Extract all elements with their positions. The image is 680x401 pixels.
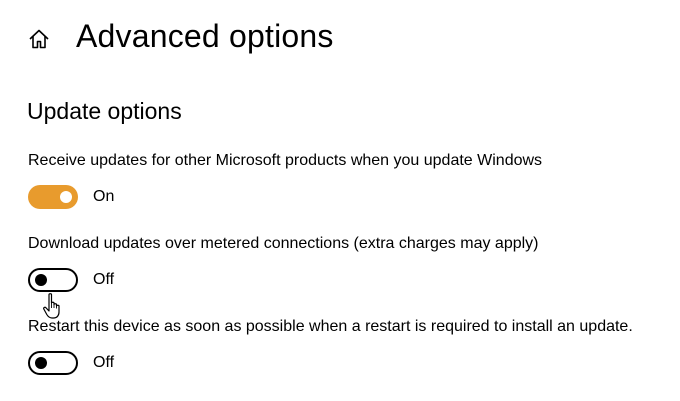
setting-restart-asap: Restart this device as soon as possible … xyxy=(28,317,633,375)
home-icon[interactable] xyxy=(28,28,50,50)
metered-connections-toggle[interactable] xyxy=(28,268,78,292)
toggle-state-label: Off xyxy=(93,354,115,371)
toggle-knob xyxy=(60,191,72,203)
setting-metered-connections: Download updates over metered connection… xyxy=(28,234,539,292)
toggle-row: On xyxy=(28,185,542,209)
receive-other-updates-toggle[interactable] xyxy=(28,185,78,209)
toggle-row: Off xyxy=(28,268,539,292)
toggle-state-label: On xyxy=(93,188,115,205)
page-title: Advanced options xyxy=(76,18,334,54)
toggle-knob xyxy=(35,357,47,369)
page-header: Advanced options xyxy=(28,18,334,55)
settings-page: Advanced options Update options Receive … xyxy=(0,0,680,401)
toggle-knob xyxy=(35,274,47,286)
setting-label: Receive updates for other Microsoft prod… xyxy=(28,152,543,169)
setting-label: Download updates over metered connection… xyxy=(28,235,539,252)
hand-pointer-icon xyxy=(42,292,64,320)
restart-asap-toggle[interactable] xyxy=(28,351,78,375)
setting-label: Restart this device as soon as possible … xyxy=(28,318,633,335)
setting-receive-other-updates: Receive updates for other Microsoft prod… xyxy=(28,151,542,209)
section-title: Update options xyxy=(27,98,182,124)
toggle-row: Off xyxy=(28,351,633,375)
toggle-state-label: Off xyxy=(93,271,115,288)
